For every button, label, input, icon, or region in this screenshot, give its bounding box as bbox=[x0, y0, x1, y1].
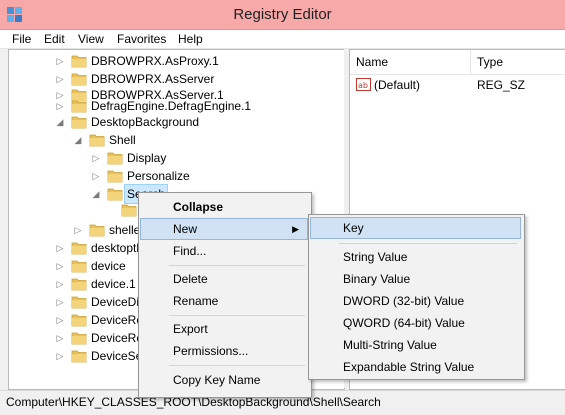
folder-icon bbox=[71, 278, 87, 291]
folder-icon bbox=[89, 134, 105, 147]
value-name: (Default) bbox=[374, 78, 421, 92]
folder-icon bbox=[71, 260, 87, 273]
menu-favorites[interactable]: Favorites bbox=[117, 32, 166, 46]
new-qword-value[interactable]: QWORD (64-bit) Value bbox=[311, 313, 520, 333]
column-type[interactable]: Type bbox=[477, 55, 503, 69]
menu-item-new[interactable]: New ▶ bbox=[140, 218, 308, 240]
menu-item-collapse[interactable]: Collapse bbox=[141, 197, 307, 217]
folder-icon bbox=[107, 170, 123, 183]
svg-text:ab: ab bbox=[358, 81, 368, 90]
collapsed-arrow-icon[interactable]: ▷ bbox=[55, 239, 65, 257]
tree-item[interactable]: ▷ DBROWPRX.AsProxy.1 bbox=[9, 52, 344, 70]
menu-divider bbox=[169, 315, 305, 316]
tree-item-label: DBROWPRX.AsProxy.1 bbox=[91, 54, 219, 68]
menu-divider bbox=[169, 265, 305, 266]
new-string-value[interactable]: String Value bbox=[311, 247, 520, 267]
collapsed-arrow-icon[interactable]: ▷ bbox=[55, 275, 65, 293]
tree-item[interactable]: ◢ Shell bbox=[9, 131, 344, 149]
menu-divider bbox=[339, 243, 517, 244]
menu-item-new-label: New bbox=[173, 222, 198, 236]
collapsed-arrow-icon[interactable]: ▷ bbox=[55, 52, 65, 70]
tree-item-label: device.1 bbox=[91, 277, 136, 291]
tree-item[interactable]: ◢ DesktopBackground bbox=[9, 113, 344, 131]
folder-icon bbox=[71, 116, 87, 129]
folder-icon bbox=[71, 242, 87, 255]
tree-item-label: Personalize bbox=[127, 169, 190, 183]
list-header: Name Type bbox=[350, 50, 565, 75]
folder-icon bbox=[71, 55, 87, 68]
collapsed-arrow-icon[interactable]: ▷ bbox=[55, 293, 65, 311]
list-row[interactable]: ab (Default) REG_SZ bbox=[350, 76, 565, 94]
folder-icon bbox=[89, 224, 105, 237]
new-binary-value[interactable]: Binary Value bbox=[311, 269, 520, 289]
title-bar: Registry Editor bbox=[0, 0, 565, 30]
column-divider[interactable] bbox=[470, 50, 471, 74]
tree-item[interactable]: ▷ Personalize bbox=[9, 167, 344, 185]
new-submenu: Key String Value Binary Value DWORD (32-… bbox=[308, 214, 525, 380]
menu-item-permissions[interactable]: Permissions... bbox=[141, 341, 307, 361]
collapsed-arrow-icon[interactable]: ▷ bbox=[55, 329, 65, 347]
menu-divider bbox=[169, 365, 305, 366]
string-value-icon: ab bbox=[356, 78, 371, 91]
menu-edit[interactable]: Edit bbox=[44, 32, 65, 46]
folder-icon bbox=[71, 314, 87, 327]
folder-icon bbox=[121, 204, 137, 217]
tree-item-label: device bbox=[91, 259, 126, 273]
collapsed-arrow-icon[interactable]: ▷ bbox=[91, 149, 101, 167]
tree-item-label: Display bbox=[127, 151, 167, 165]
value-type: REG_SZ bbox=[477, 78, 526, 92]
menu-view[interactable]: View bbox=[78, 32, 104, 46]
expanded-arrow-icon[interactable]: ◢ bbox=[73, 131, 83, 149]
expanded-arrow-icon[interactable]: ◢ bbox=[55, 113, 65, 131]
menu-item-copy-key-name[interactable]: Copy Key Name bbox=[141, 370, 307, 390]
menu-file[interactable]: File bbox=[12, 32, 31, 46]
window-title: Registry Editor bbox=[233, 6, 332, 23]
menu-item-find[interactable]: Find... bbox=[141, 241, 307, 261]
folder-icon bbox=[71, 100, 87, 113]
folder-icon bbox=[71, 73, 87, 86]
tree-item-label: DesktopBackground bbox=[91, 115, 200, 129]
menu-item-delete[interactable]: Delete bbox=[141, 269, 307, 289]
collapsed-arrow-icon[interactable]: ▷ bbox=[91, 167, 101, 185]
new-expandable-string-value[interactable]: Expandable String Value bbox=[311, 357, 520, 377]
menu-help[interactable]: Help bbox=[178, 32, 203, 46]
folder-icon bbox=[71, 296, 87, 309]
tree-item[interactable]: ▷ Display bbox=[9, 149, 344, 167]
folder-icon bbox=[71, 350, 87, 363]
new-key[interactable]: Key bbox=[310, 217, 521, 239]
submenu-arrow-icon: ▶ bbox=[292, 224, 299, 234]
folder-icon bbox=[71, 332, 87, 345]
new-multi-string-value[interactable]: Multi-String Value bbox=[311, 335, 520, 355]
tree-item-label: Shell bbox=[109, 133, 136, 147]
collapsed-arrow-icon[interactable]: ▷ bbox=[55, 311, 65, 329]
collapsed-arrow-icon[interactable]: ▷ bbox=[73, 221, 83, 239]
folder-icon bbox=[107, 152, 123, 165]
menu-item-export[interactable]: Export bbox=[141, 319, 307, 339]
menu-bar: File Edit View Favorites Help bbox=[0, 30, 565, 49]
collapsed-arrow-icon[interactable]: ▷ bbox=[55, 347, 65, 365]
menu-item-rename[interactable]: Rename bbox=[141, 291, 307, 311]
collapsed-arrow-icon[interactable]: ▷ bbox=[55, 257, 65, 275]
new-dword-value[interactable]: DWORD (32-bit) Value bbox=[311, 291, 520, 311]
context-menu: Collapse New ▶ Find... Delete Rename Exp… bbox=[138, 192, 312, 398]
column-name[interactable]: Name bbox=[356, 55, 388, 69]
folder-icon bbox=[107, 188, 123, 201]
